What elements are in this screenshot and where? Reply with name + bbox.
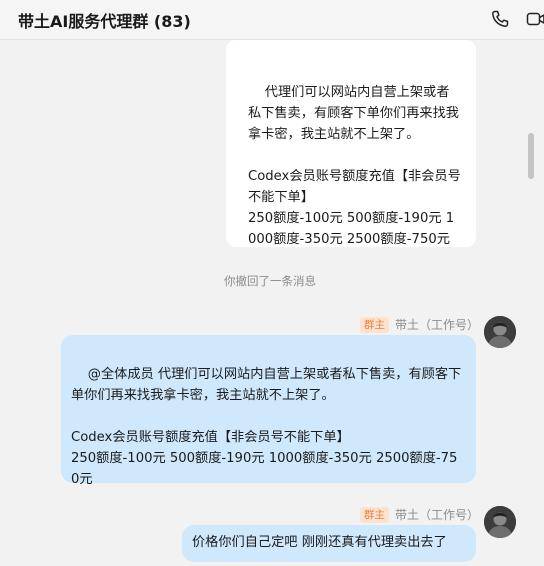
avatar[interactable] [484, 506, 516, 538]
message-area[interactable]: 代理们可以网站内自营上架或者私下售卖，有顾客下单你们再来找我拿卡密，我主站就不上… [0, 40, 544, 566]
recall-notice: 你撤回了一条消息 [224, 274, 316, 288]
scrollbar-thumb[interactable] [528, 133, 534, 179]
role-badge: 群主 [360, 506, 389, 523]
message-text: 代理们可以网站内自营上架或者私下售卖，有顾客下单你们再来找我拿卡密，我主站就不上… [248, 85, 461, 247]
sender-line: 群主 带土（工作号） [360, 316, 479, 333]
scrollbar[interactable] [526, 40, 536, 566]
chat-title: 带土AI服务代理群 (83) [18, 12, 191, 31]
message-bubble-3[interactable]: 价格你们自己定吧 刚刚还真有代理卖出去了 [182, 525, 476, 562]
avatar[interactable] [484, 316, 516, 348]
chat-header: 带土AI服务代理群 (83) [0, 0, 544, 40]
sender-name: 带土（工作号） [395, 318, 480, 332]
message-bubble-2[interactable]: @全体成员 代理们可以网站内自营上架或者私下售卖，有顾客下单你们再来找我拿卡密，… [61, 335, 476, 487]
video-call-icon[interactable] [526, 9, 544, 29]
sender-line: 群主 带土（工作号） [360, 506, 479, 523]
sender-name: 带土（工作号） [395, 508, 480, 522]
message-text: 价格你们自己定吧 刚刚还真有代理卖出去了 [192, 535, 447, 550]
message-bubble-top[interactable]: 代理们可以网站内自营上架或者私下售卖，有顾客下单你们再来找我拿卡密，我主站就不上… [226, 40, 476, 247]
avatar-image [484, 316, 516, 348]
message-text: @全体成员 代理们可以网站内自营上架或者私下售卖，有顾客下单你们再来找我拿卡密，… [71, 367, 462, 487]
phone-icon[interactable] [490, 9, 510, 29]
avatar-image [484, 506, 516, 538]
role-badge: 群主 [360, 316, 389, 333]
